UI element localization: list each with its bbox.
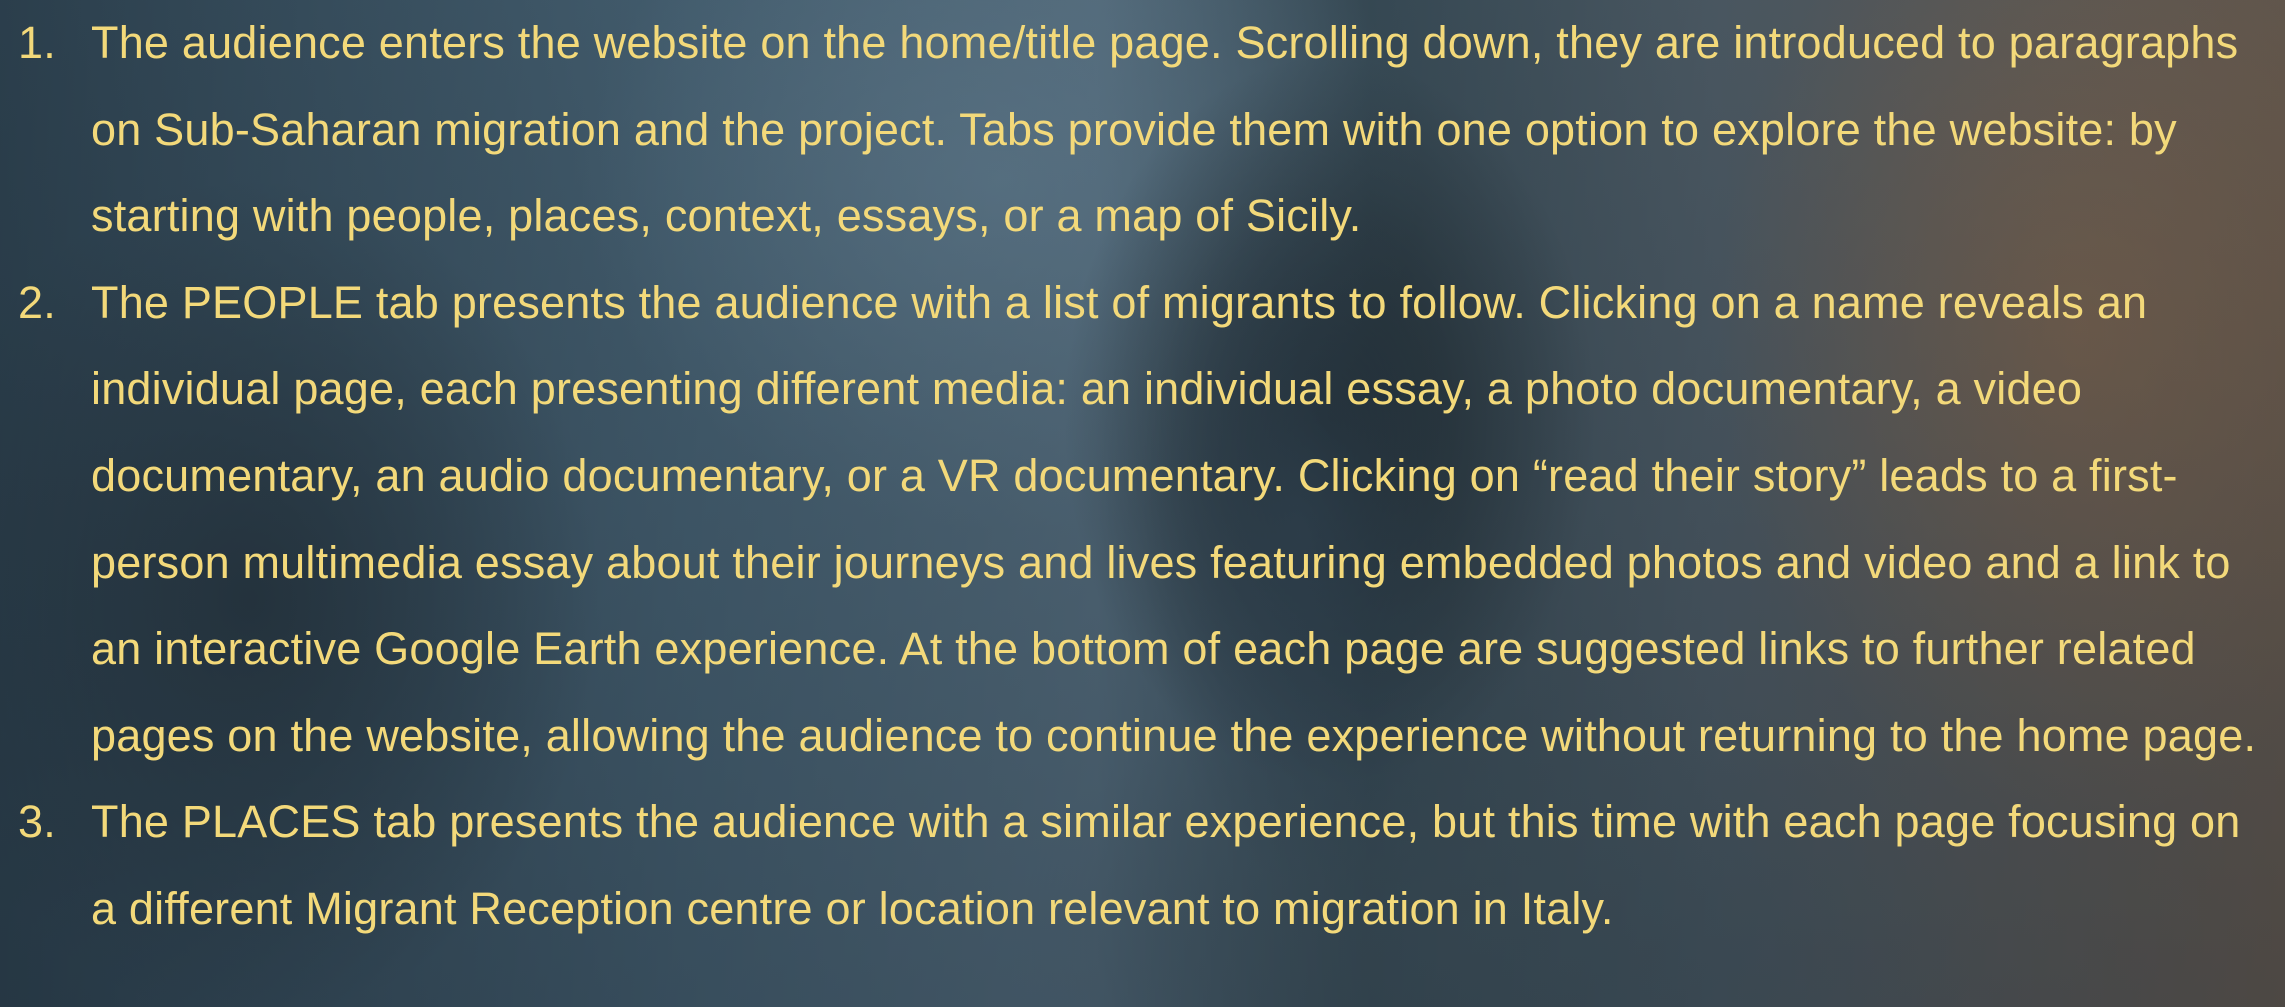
list-item-text: The PLACES tab presents the audience wit…	[91, 796, 2241, 934]
list-item-number: 1.	[18, 17, 56, 68]
list-item: 3. The PLACES tab presents the audience …	[0, 779, 2285, 952]
document-body: 1. The audience enters the website on th…	[0, 0, 2285, 1007]
list-item-text: The audience enters the website on the h…	[91, 17, 2239, 242]
list-item-number: 3.	[18, 796, 56, 848]
list-item-number: 2.	[18, 276, 56, 328]
numbered-list: 1. The audience enters the website on th…	[0, 0, 2285, 953]
list-item: 1. The audience enters the website on th…	[0, 0, 2285, 260]
list-item-text: The PEOPLE tab presents the audience wit…	[91, 276, 2257, 761]
list-item: 2. The PEOPLE tab presents the audience …	[0, 260, 2285, 780]
